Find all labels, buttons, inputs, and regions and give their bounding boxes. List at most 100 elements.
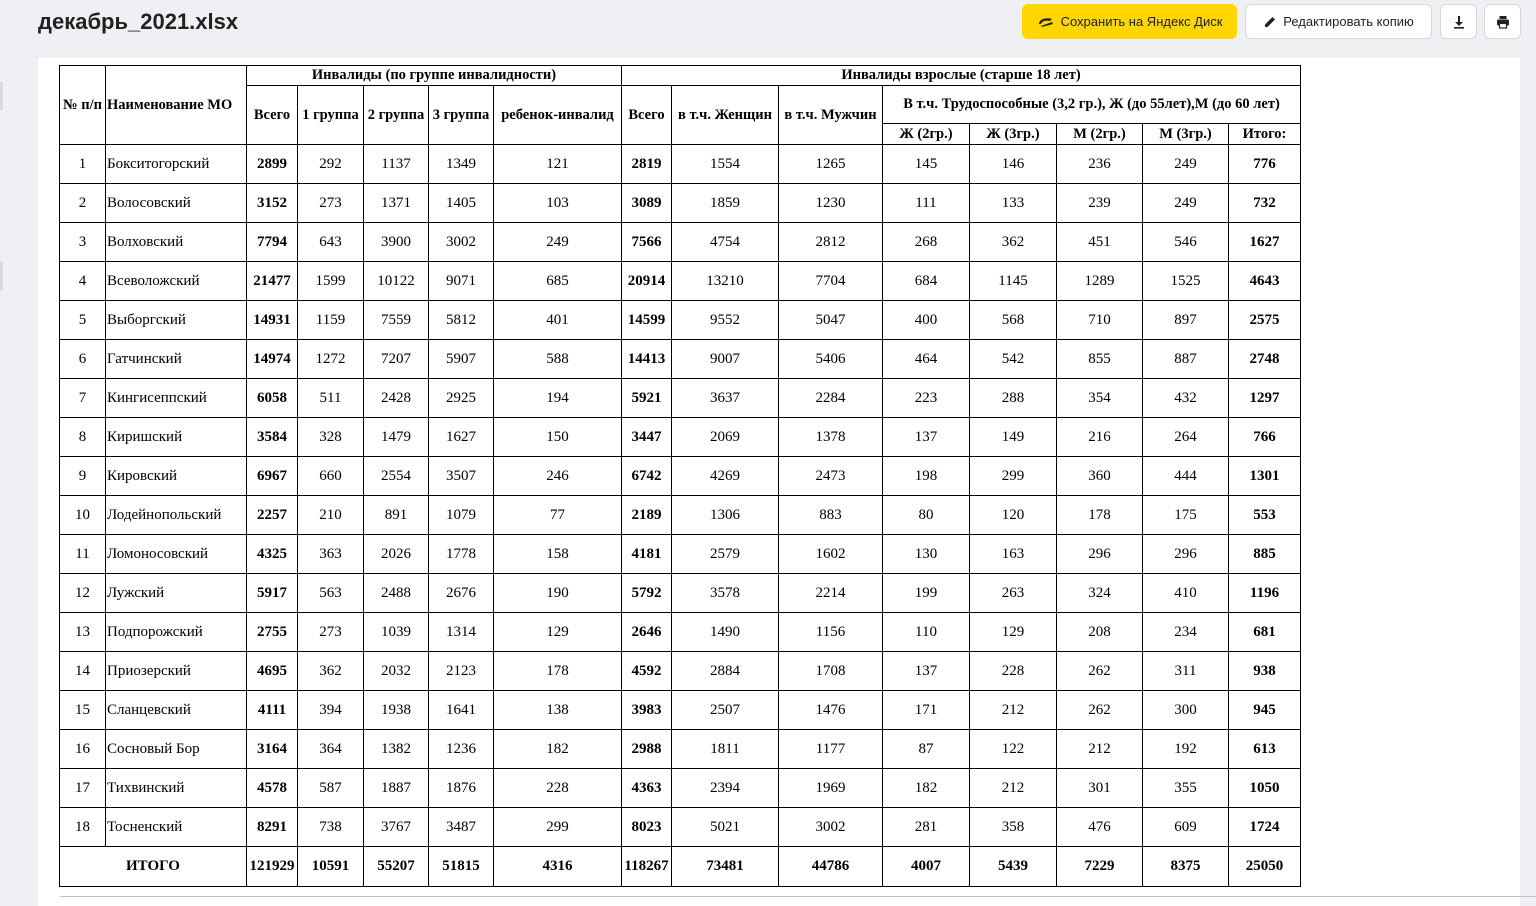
table-cell[interactable]: 1177 — [778, 729, 883, 769]
table-cell[interactable]: 1050 — [1228, 768, 1301, 808]
table-cell[interactable]: 3983 — [621, 690, 672, 730]
table-cell[interactable]: 80 — [882, 495, 970, 535]
table-cell[interactable]: 264 — [1142, 417, 1229, 457]
table-cell[interactable]: 2069 — [671, 417, 779, 457]
table-cell[interactable]: Киришский — [105, 417, 247, 457]
table-cell[interactable]: 3637 — [671, 378, 779, 418]
table-cell[interactable]: 262 — [1056, 690, 1143, 730]
table-cell[interactable]: 77 — [493, 495, 622, 535]
table-cell[interactable]: Кировский — [105, 456, 247, 496]
table-cell[interactable]: 710 — [1056, 300, 1143, 340]
table-cell[interactable]: 9552 — [671, 300, 779, 340]
table-cell[interactable]: 5921 — [621, 378, 672, 418]
table-cell[interactable]: 1599 — [297, 261, 364, 301]
table-cell[interactable]: 3578 — [671, 573, 779, 613]
table-cell[interactable]: 2507 — [671, 690, 779, 730]
table-cell[interactable]: 216 — [1056, 417, 1143, 457]
table-cell[interactable]: 685 — [493, 261, 622, 301]
table-cell[interactable]: 1314 — [428, 612, 494, 652]
table-cell[interactable]: 210 — [297, 495, 364, 535]
total-cell[interactable]: 4316 — [493, 846, 622, 887]
total-cell[interactable]: 51815 — [428, 846, 494, 887]
total-cell[interactable]: 55207 — [363, 846, 429, 887]
table-cell[interactable]: 8291 — [246, 807, 298, 847]
table-cell[interactable]: 4754 — [671, 222, 779, 262]
table-cell[interactable]: 236 — [1056, 144, 1143, 184]
table-cell[interactable]: 163 — [969, 534, 1057, 574]
table-cell[interactable]: 451 — [1056, 222, 1143, 262]
table-cell[interactable]: 897 — [1142, 300, 1229, 340]
table-cell[interactable]: 178 — [1056, 495, 1143, 535]
total-cell[interactable]: 5439 — [969, 846, 1057, 887]
table-cell[interactable]: Выборгский — [105, 300, 247, 340]
table-cell[interactable]: 5 — [59, 300, 106, 340]
table-cell[interactable]: 563 — [297, 573, 364, 613]
table-cell[interactable]: 3767 — [363, 807, 429, 847]
table-cell[interactable]: 87 — [882, 729, 970, 769]
table-cell[interactable]: 2214 — [778, 573, 883, 613]
table-cell[interactable]: 212 — [969, 690, 1057, 730]
table-cell[interactable]: 281 — [882, 807, 970, 847]
table-cell[interactable]: 121 — [493, 144, 622, 184]
table-cell[interactable]: 3487 — [428, 807, 494, 847]
table-cell[interactable]: 182 — [493, 729, 622, 769]
table-cell[interactable]: 1476 — [778, 690, 883, 730]
table-cell[interactable]: 18 — [59, 807, 106, 847]
table-cell[interactable]: Волховский — [105, 222, 247, 262]
table-cell[interactable]: 299 — [969, 456, 1057, 496]
table-cell[interactable]: 2026 — [363, 534, 429, 574]
table-cell[interactable]: 891 — [363, 495, 429, 535]
table-cell[interactable]: 8 — [59, 417, 106, 457]
table-cell[interactable]: 1 — [59, 144, 106, 184]
table-cell[interactable]: 3900 — [363, 222, 429, 262]
table-cell[interactable]: 776 — [1228, 144, 1301, 184]
table-cell[interactable]: 2488 — [363, 573, 429, 613]
table-cell[interactable]: 137 — [882, 651, 970, 691]
table-cell[interactable]: 129 — [969, 612, 1057, 652]
table-cell[interactable]: 2748 — [1228, 339, 1301, 379]
table-cell[interactable]: 6058 — [246, 378, 298, 418]
table-cell[interactable]: 1938 — [363, 690, 429, 730]
table-cell[interactable]: 273 — [297, 612, 364, 652]
table-cell[interactable]: 1554 — [671, 144, 779, 184]
table-cell[interactable]: 262 — [1056, 651, 1143, 691]
table-cell[interactable]: 587 — [297, 768, 364, 808]
spreadsheet-view[interactable]: № п/п Наименование МО Инвалиды (по групп… — [38, 58, 1536, 906]
table-cell[interactable]: 228 — [969, 651, 1057, 691]
table-cell[interactable]: 10122 — [363, 261, 429, 301]
table-cell[interactable]: 178 — [493, 651, 622, 691]
table-cell[interactable]: 354 — [1056, 378, 1143, 418]
table-cell[interactable]: 358 — [969, 807, 1057, 847]
table-cell[interactable]: 130 — [882, 534, 970, 574]
table-cell[interactable]: Приозерский — [105, 651, 247, 691]
table-cell[interactable]: 2819 — [621, 144, 672, 184]
table-cell[interactable]: 239 — [1056, 183, 1143, 223]
table-cell[interactable]: 732 — [1228, 183, 1301, 223]
table-cell[interactable]: 14931 — [246, 300, 298, 340]
table-cell[interactable]: 11 — [59, 534, 106, 574]
table-cell[interactable]: 2988 — [621, 729, 672, 769]
total-cell[interactable]: 25050 — [1228, 846, 1301, 887]
table-cell[interactable]: 3002 — [778, 807, 883, 847]
table-cell[interactable]: 12 — [59, 573, 106, 613]
table-cell[interactable]: 21477 — [246, 261, 298, 301]
table-cell[interactable]: 4578 — [246, 768, 298, 808]
print-button[interactable] — [1484, 4, 1521, 39]
table-cell[interactable]: 2394 — [671, 768, 779, 808]
table-cell[interactable]: 2189 — [621, 495, 672, 535]
table-cell[interactable]: 133 — [969, 183, 1057, 223]
table-cell[interactable]: 1265 — [778, 144, 883, 184]
table-cell[interactable]: 103 — [493, 183, 622, 223]
table-cell[interactable]: 1627 — [428, 417, 494, 457]
table-cell[interactable]: 5021 — [671, 807, 779, 847]
table-cell[interactable]: 234 — [1142, 612, 1229, 652]
table-cell[interactable]: 2884 — [671, 651, 779, 691]
table-cell[interactable]: 2 — [59, 183, 106, 223]
table-cell[interactable]: 885 — [1228, 534, 1301, 574]
table-cell[interactable]: 146 — [969, 144, 1057, 184]
table-cell[interactable]: 2257 — [246, 495, 298, 535]
table-cell[interactable]: 660 — [297, 456, 364, 496]
table-cell[interactable]: 2925 — [428, 378, 494, 418]
download-button[interactable] — [1440, 4, 1477, 39]
table-cell[interactable]: Кингисеппский — [105, 378, 247, 418]
